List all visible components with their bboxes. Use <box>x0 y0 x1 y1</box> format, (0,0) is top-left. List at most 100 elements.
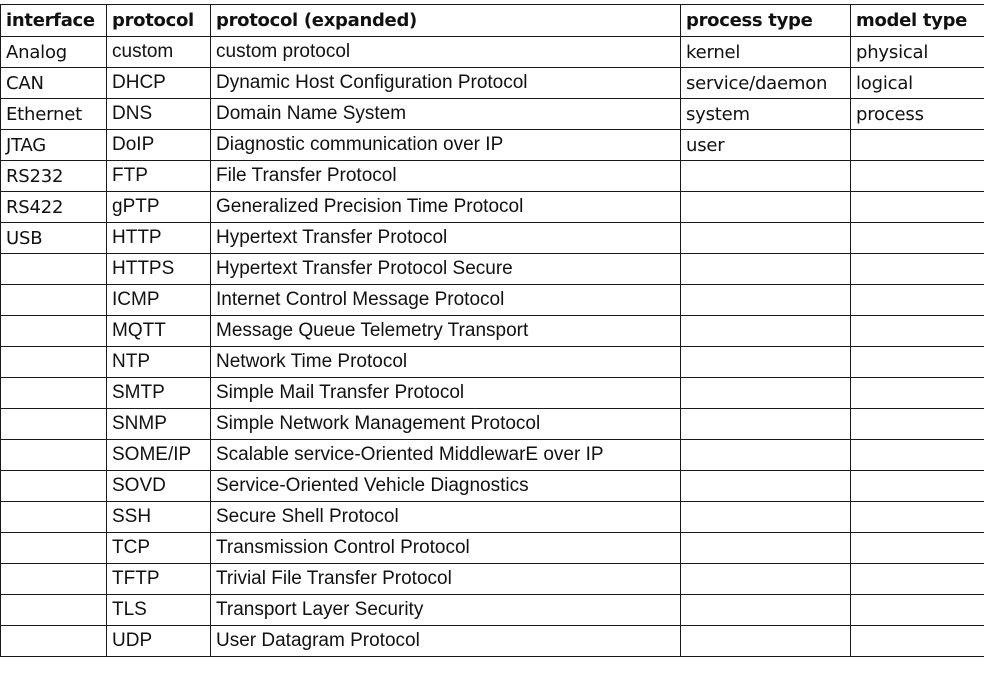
protocol-cell[interactable]: HTTP <box>106 222 211 254</box>
model-type-cell[interactable] <box>850 129 984 161</box>
process-type-cell[interactable] <box>680 315 851 347</box>
interface-cell[interactable] <box>0 408 107 440</box>
protocol-expanded-cell[interactable]: Network Time Protocol <box>210 346 681 378</box>
process-type-cell[interactable]: kernel <box>680 36 851 68</box>
process-type-cell[interactable] <box>680 408 851 440</box>
interface-cell[interactable] <box>0 253 107 285</box>
protocol-expanded-cell[interactable]: Domain Name System <box>210 98 681 130</box>
model-type-cell[interactable] <box>850 222 984 254</box>
interface-cell[interactable] <box>0 532 107 564</box>
process-type-cell[interactable] <box>680 346 851 378</box>
protocol-cell[interactable]: UDP <box>106 625 211 657</box>
model-type-cell[interactable] <box>850 532 984 564</box>
header-model-type-cell[interactable]: model type <box>850 4 984 37</box>
interface-cell[interactable] <box>0 346 107 378</box>
model-type-cell[interactable] <box>850 315 984 347</box>
protocol-expanded-cell[interactable]: Internet Control Message Protocol <box>210 284 681 316</box>
protocol-cell[interactable]: SMTP <box>106 377 211 409</box>
protocol-expanded-cell[interactable]: Secure Shell Protocol <box>210 501 681 533</box>
protocol-cell[interactable]: SNMP <box>106 408 211 440</box>
process-type-cell[interactable] <box>680 594 851 626</box>
protocol-expanded-cell[interactable]: Scalable service-Oriented MiddlewarE ove… <box>210 439 681 471</box>
interface-cell[interactable] <box>0 594 107 626</box>
interface-cell[interactable]: JTAG <box>0 129 107 161</box>
process-type-cell[interactable]: system <box>680 98 851 130</box>
process-type-cell[interactable]: service/daemon <box>680 67 851 99</box>
process-type-cell[interactable] <box>680 191 851 223</box>
interface-cell[interactable] <box>0 625 107 657</box>
interface-cell[interactable]: RS422 <box>0 191 107 223</box>
protocol-cell[interactable]: SOME/IP <box>106 439 211 471</box>
model-type-cell[interactable] <box>850 563 984 595</box>
protocol-cell[interactable]: HTTPS <box>106 253 211 285</box>
header-protocol-expanded-cell[interactable]: protocol (expanded) <box>210 4 681 37</box>
interface-cell[interactable] <box>0 284 107 316</box>
protocol-cell[interactable]: gPTP <box>106 191 211 223</box>
process-type-cell[interactable] <box>680 253 851 285</box>
protocol-expanded-cell[interactable]: Dynamic Host Configuration Protocol <box>210 67 681 99</box>
process-type-cell[interactable] <box>680 625 851 657</box>
interface-cell[interactable] <box>0 563 107 595</box>
process-type-cell[interactable]: user <box>680 129 851 161</box>
protocol-cell[interactable]: DoIP <box>106 129 211 161</box>
interface-cell[interactable] <box>0 439 107 471</box>
interface-cell[interactable]: Ethernet <box>0 98 107 130</box>
model-type-cell[interactable] <box>850 594 984 626</box>
model-type-cell[interactable] <box>850 439 984 471</box>
protocol-expanded-cell[interactable]: Transport Layer Security <box>210 594 681 626</box>
model-type-cell[interactable] <box>850 160 984 192</box>
model-type-cell[interactable] <box>850 501 984 533</box>
model-type-cell[interactable] <box>850 377 984 409</box>
model-type-cell[interactable] <box>850 625 984 657</box>
header-interface-cell[interactable]: interface <box>0 4 107 37</box>
protocol-cell[interactable]: SOVD <box>106 470 211 502</box>
interface-cell[interactable] <box>0 470 107 502</box>
protocol-expanded-cell[interactable]: Transmission Control Protocol <box>210 532 681 564</box>
process-type-cell[interactable] <box>680 222 851 254</box>
interface-cell[interactable] <box>0 377 107 409</box>
protocol-expanded-cell[interactable]: Hypertext Transfer Protocol <box>210 222 681 254</box>
process-type-cell[interactable] <box>680 377 851 409</box>
process-type-cell[interactable] <box>680 501 851 533</box>
protocol-cell[interactable]: FTP <box>106 160 211 192</box>
protocol-cell[interactable]: SSH <box>106 501 211 533</box>
model-type-cell[interactable] <box>850 346 984 378</box>
protocol-expanded-cell[interactable]: Trivial File Transfer Protocol <box>210 563 681 595</box>
process-type-cell[interactable] <box>680 284 851 316</box>
protocol-expanded-cell[interactable]: Service-Oriented Vehicle Diagnostics <box>210 470 681 502</box>
protocol-cell[interactable]: TLS <box>106 594 211 626</box>
protocol-expanded-cell[interactable]: Diagnostic communication over IP <box>210 129 681 161</box>
model-type-cell[interactable] <box>850 191 984 223</box>
protocol-cell[interactable]: MQTT <box>106 315 211 347</box>
model-type-cell[interactable] <box>850 408 984 440</box>
interface-cell[interactable]: Analog <box>0 36 107 68</box>
protocol-expanded-cell[interactable]: Simple Network Management Protocol <box>210 408 681 440</box>
protocol-expanded-cell[interactable]: custom protocol <box>210 36 681 68</box>
model-type-cell[interactable]: logical <box>850 67 984 99</box>
protocol-cell[interactable]: TCP <box>106 532 211 564</box>
process-type-cell[interactable] <box>680 563 851 595</box>
protocol-cell[interactable]: ICMP <box>106 284 211 316</box>
protocol-cell[interactable]: DNS <box>106 98 211 130</box>
protocol-cell[interactable]: TFTP <box>106 563 211 595</box>
protocol-expanded-cell[interactable]: Generalized Precision Time Protocol <box>210 191 681 223</box>
interface-cell[interactable]: RS232 <box>0 160 107 192</box>
protocol-cell[interactable]: custom <box>106 36 211 68</box>
protocol-expanded-cell[interactable]: Message Queue Telemetry Transport <box>210 315 681 347</box>
protocol-expanded-cell[interactable]: User Datagram Protocol <box>210 625 681 657</box>
model-type-cell[interactable] <box>850 470 984 502</box>
header-protocol-cell[interactable]: protocol <box>106 4 211 37</box>
process-type-cell[interactable] <box>680 439 851 471</box>
process-type-cell[interactable] <box>680 532 851 564</box>
interface-cell[interactable]: USB <box>0 222 107 254</box>
process-type-cell[interactable] <box>680 160 851 192</box>
model-type-cell[interactable]: physical <box>850 36 984 68</box>
protocol-cell[interactable]: DHCP <box>106 67 211 99</box>
protocol-cell[interactable]: NTP <box>106 346 211 378</box>
interface-cell[interactable] <box>0 315 107 347</box>
model-type-cell[interactable]: process <box>850 98 984 130</box>
model-type-cell[interactable] <box>850 284 984 316</box>
header-process-type-cell[interactable]: process type <box>680 4 851 37</box>
protocol-expanded-cell[interactable]: File Transfer Protocol <box>210 160 681 192</box>
process-type-cell[interactable] <box>680 470 851 502</box>
